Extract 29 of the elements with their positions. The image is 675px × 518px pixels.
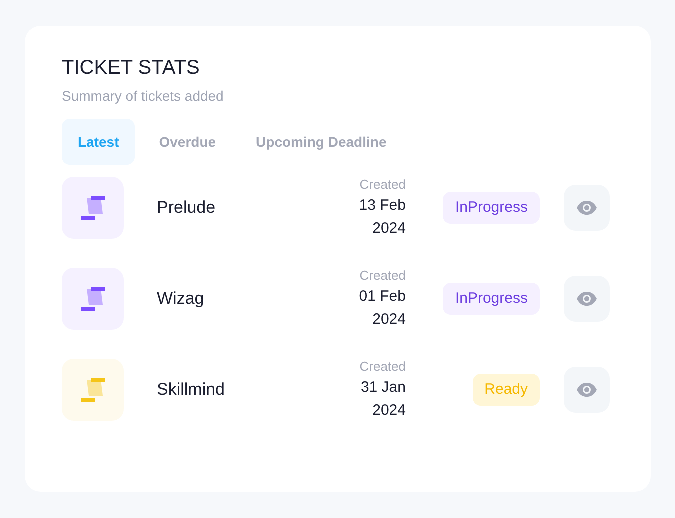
ticket-name: Prelude — [157, 197, 217, 220]
logo-icon — [79, 376, 107, 404]
created-year: 2024 — [372, 310, 406, 330]
created-year: 2024 — [372, 401, 406, 421]
status-badge: InProgress — [443, 192, 540, 224]
ticket-name: Skillmind — [157, 379, 226, 402]
view-button[interactable] — [564, 367, 610, 413]
card-subtitle: Summary of tickets added — [62, 87, 225, 106]
ticket-name: Wizag — [157, 288, 206, 310]
created-label: Created — [360, 358, 406, 376]
created-date: 01 Feb — [359, 287, 406, 307]
eye-icon — [576, 200, 598, 216]
created-label: Created — [360, 176, 406, 194]
logo-icon — [79, 194, 107, 222]
card-title: TICKET STATS — [62, 56, 201, 81]
created-date: 13 Feb — [359, 196, 406, 216]
tab[interactable]: Upcoming Deadline — [240, 119, 403, 165]
eye-icon — [576, 291, 598, 307]
tab[interactable]: Overdue — [143, 119, 232, 165]
status-badge: InProgress — [443, 282, 540, 316]
tab[interactable]: Latest — [62, 119, 136, 165]
view-button[interactable] — [564, 276, 610, 322]
created-year: 2024 — [372, 219, 406, 239]
logo-icon — [79, 285, 107, 313]
created-date: 31 Jan — [360, 378, 406, 398]
view-button[interactable] — [564, 185, 610, 231]
status-badge: Ready — [472, 374, 540, 406]
created-label: Created — [360, 267, 406, 285]
eye-icon — [576, 382, 598, 398]
